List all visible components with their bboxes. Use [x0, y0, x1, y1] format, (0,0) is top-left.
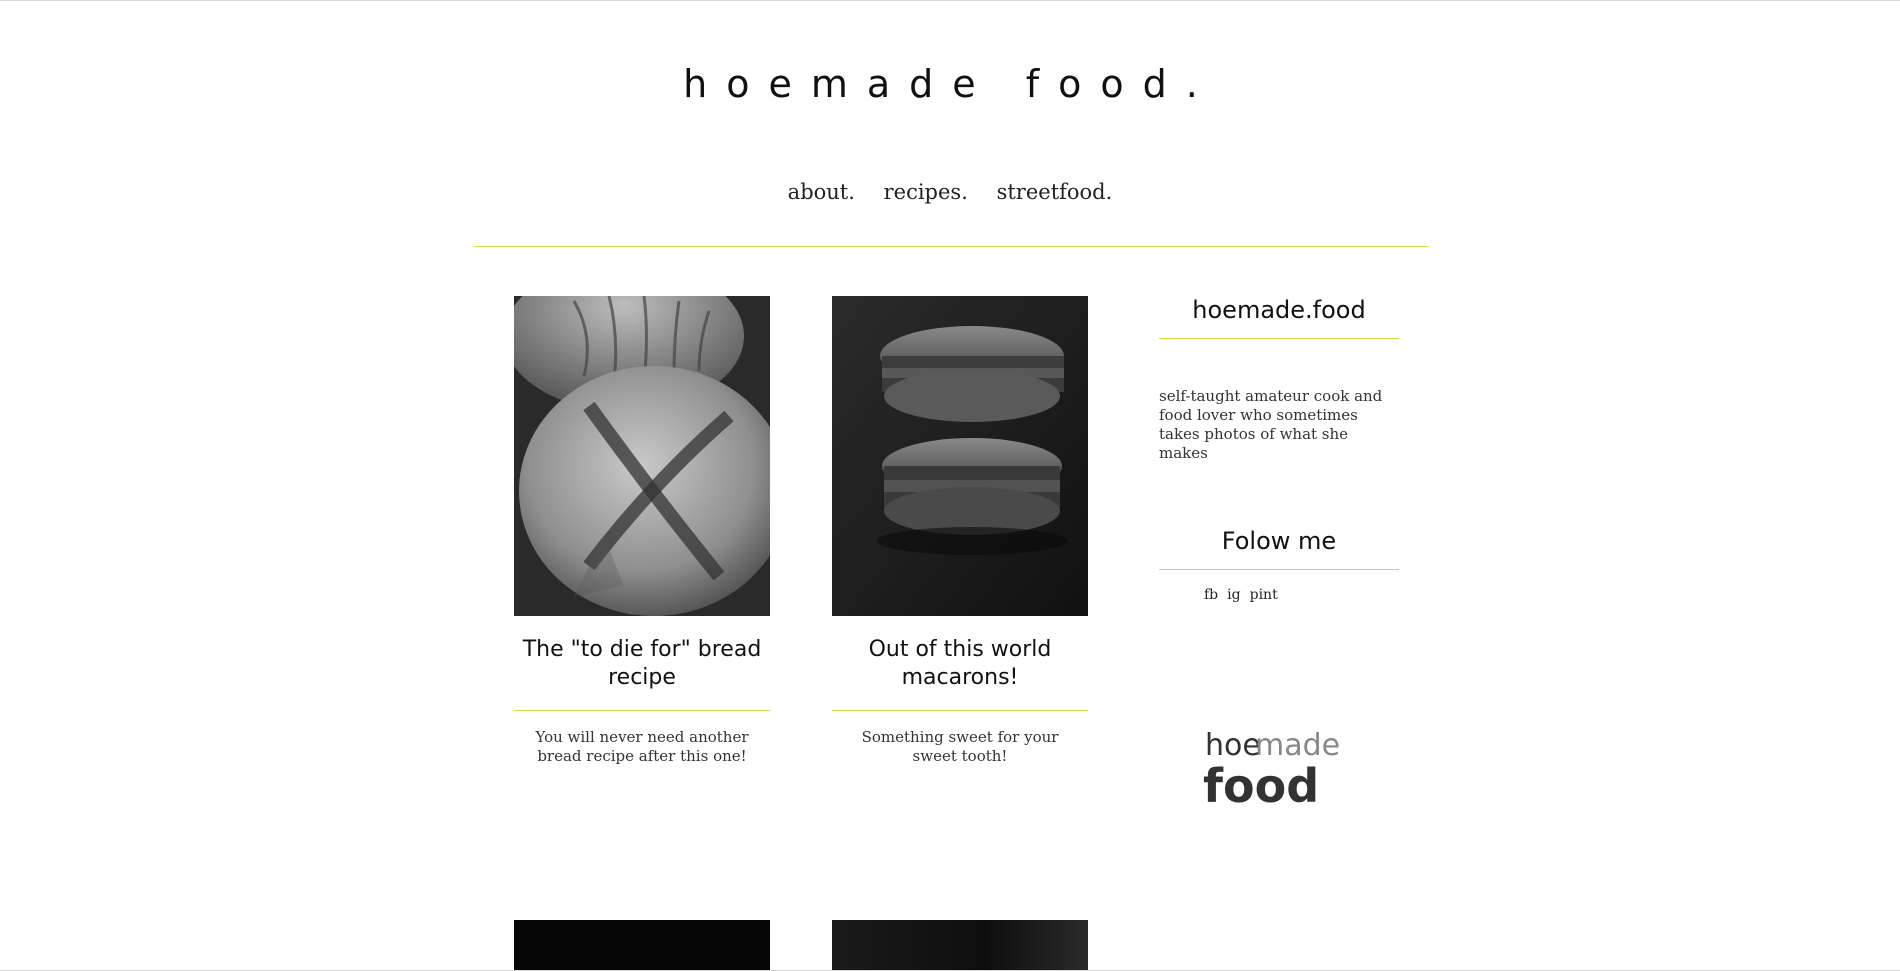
nav-item-recipes[interactable]: recipes. — [884, 180, 968, 204]
post-divider — [514, 710, 770, 711]
post-card: The "to die for" bread recipe You will n… — [514, 296, 770, 766]
profile-title: hoemade.food — [1192, 296, 1366, 324]
macarons-photo[interactable] — [832, 296, 1088, 616]
sidebar: hoemade.food self-taught amateur cook an… — [1159, 296, 1399, 604]
post-title[interactable]: Out of this world macarons! — [832, 636, 1088, 692]
sidebar-divider — [1159, 569, 1399, 570]
logo-text: made — [1255, 728, 1340, 763]
logo-text: hoe — [1205, 728, 1261, 763]
pinterest-link[interactable]: pint — [1250, 587, 1278, 603]
top-border — [0, 0, 1900, 1]
post-excerpt: You will never need another bread recipe… — [535, 728, 749, 765]
instagram-link[interactable]: ig — [1227, 587, 1240, 603]
post-title[interactable]: The "to die for" bread recipe — [514, 636, 770, 692]
sidebar-divider — [1159, 338, 1399, 339]
bread-photo[interactable] — [514, 296, 770, 616]
main-nav: about. recipes. streetfood. — [0, 180, 1900, 204]
follow-title: Folow me — [1221, 527, 1337, 555]
nav-item-about[interactable]: about. — [788, 180, 855, 204]
post-card: Out of this world macarons! Something sw… — [832, 296, 1088, 766]
social-links: fb ig pint — [1159, 586, 1399, 604]
site-title[interactable]: hoemade food. — [0, 62, 1900, 106]
site-logo[interactable]: hoe made food — [1203, 720, 1353, 810]
nav-divider — [474, 246, 1429, 247]
post-excerpt: Something sweet for your sweet tooth! — [861, 728, 1059, 765]
post-divider — [832, 710, 1088, 711]
about-text: self-taught amateur cook and food lover … — [1159, 387, 1383, 462]
nav-item-streetfood[interactable]: streetfood. — [997, 180, 1113, 204]
post-image-partial[interactable] — [514, 920, 770, 970]
facebook-link[interactable]: fb — [1204, 587, 1218, 603]
post-image-partial[interactable] — [832, 920, 1088, 970]
logo-text: food — [1203, 759, 1319, 810]
